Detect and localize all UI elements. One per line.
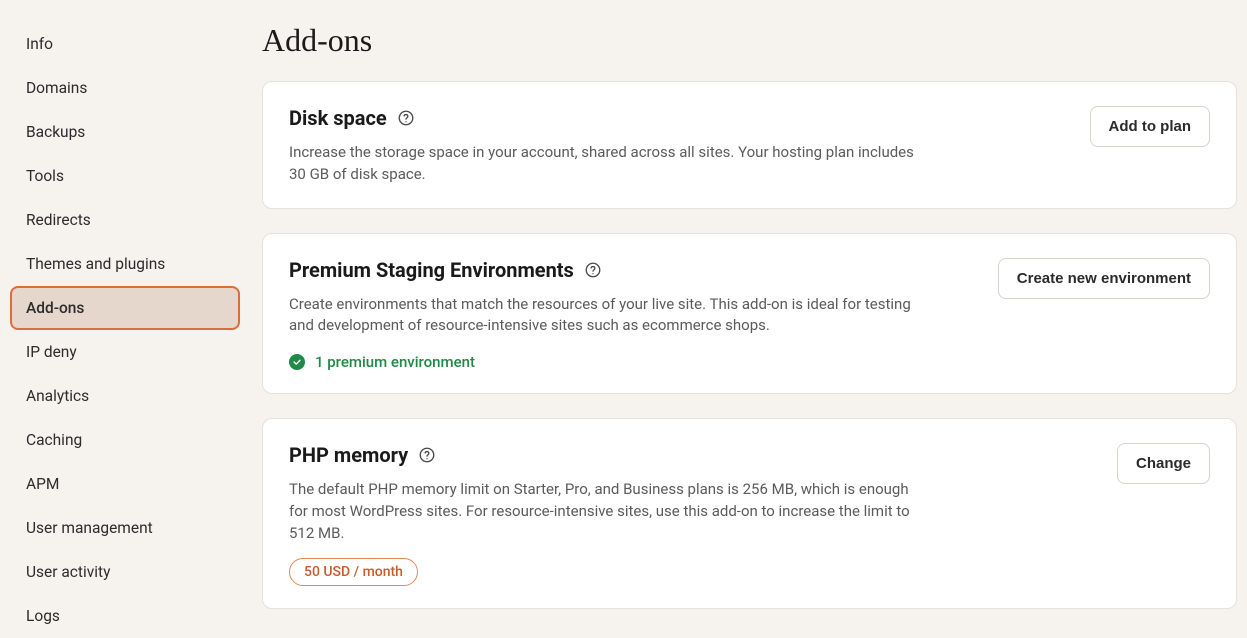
sidebar-item-analytics[interactable]: Analytics (10, 374, 240, 418)
sidebar-item-label: Domains (26, 79, 87, 97)
card-description: Create environments that match the resou… (289, 294, 929, 338)
sidebar-item-tools[interactable]: Tools (10, 154, 240, 198)
sidebar-item-label: Redirects (26, 211, 91, 229)
card-premium-staging: Premium Staging Environments Create envi… (262, 233, 1237, 395)
status-text: 1 premium environment (315, 353, 475, 371)
sidebar-item-label: User management (26, 519, 153, 537)
sidebar-item-caching[interactable]: Caching (10, 418, 240, 462)
sidebar-item-label: Tools (26, 167, 64, 185)
help-icon[interactable] (584, 261, 602, 279)
card-title: PHP memory (289, 443, 408, 467)
create-environment-button[interactable]: Create new environment (998, 258, 1210, 299)
help-icon[interactable] (418, 446, 436, 464)
page-title: Add-ons (262, 22, 1237, 59)
sidebar-item-label: Backups (26, 123, 85, 141)
sidebar-item-label: Themes and plugins (26, 255, 165, 273)
sidebar-item-label: Analytics (26, 387, 89, 405)
sidebar-item-info[interactable]: Info (10, 22, 240, 66)
price-badge: 50 USD / month (289, 558, 418, 586)
card-title: Premium Staging Environments (289, 258, 574, 282)
sidebar-item-label: IP deny (26, 343, 77, 361)
add-to-plan-button[interactable]: Add to plan (1090, 106, 1211, 147)
change-button[interactable]: Change (1117, 443, 1210, 484)
sidebar-item-logs[interactable]: Logs (10, 594, 240, 638)
sidebar-item-add-ons[interactable]: Add-ons (10, 286, 240, 330)
sidebar-item-label: APM (26, 475, 59, 493)
status-line: 1 premium environment (289, 353, 929, 371)
sidebar-item-domains[interactable]: Domains (10, 66, 240, 110)
sidebar-item-redirects[interactable]: Redirects (10, 198, 240, 242)
sidebar-item-apm[interactable]: APM (10, 462, 240, 506)
help-icon[interactable] (397, 109, 415, 127)
main-content: Add-ons Disk space Increase the storage … (248, 0, 1247, 620)
sidebar-item-label: Info (26, 35, 53, 53)
sidebar-item-user-activity[interactable]: User activity (10, 550, 240, 594)
card-description: Increase the storage space in your accou… (289, 142, 929, 186)
sidebar-item-backups[interactable]: Backups (10, 110, 240, 154)
sidebar-item-themes-plugins[interactable]: Themes and plugins (10, 242, 240, 286)
check-circle-icon (289, 354, 305, 370)
sidebar-item-label: Add-ons (26, 299, 84, 317)
card-title: Disk space (289, 106, 387, 130)
card-php-memory: PHP memory The default PHP memory limit … (262, 418, 1237, 609)
card-description: The default PHP memory limit on Starter,… (289, 479, 929, 544)
sidebar-item-label: Caching (26, 431, 82, 449)
sidebar-item-label: Logs (26, 607, 60, 625)
sidebar: Info Domains Backups Tools Redirects The… (0, 0, 248, 620)
sidebar-item-ip-deny[interactable]: IP deny (10, 330, 240, 374)
sidebar-item-user-management[interactable]: User management (10, 506, 240, 550)
sidebar-item-label: User activity (26, 563, 110, 581)
card-disk-space: Disk space Increase the storage space in… (262, 81, 1237, 209)
